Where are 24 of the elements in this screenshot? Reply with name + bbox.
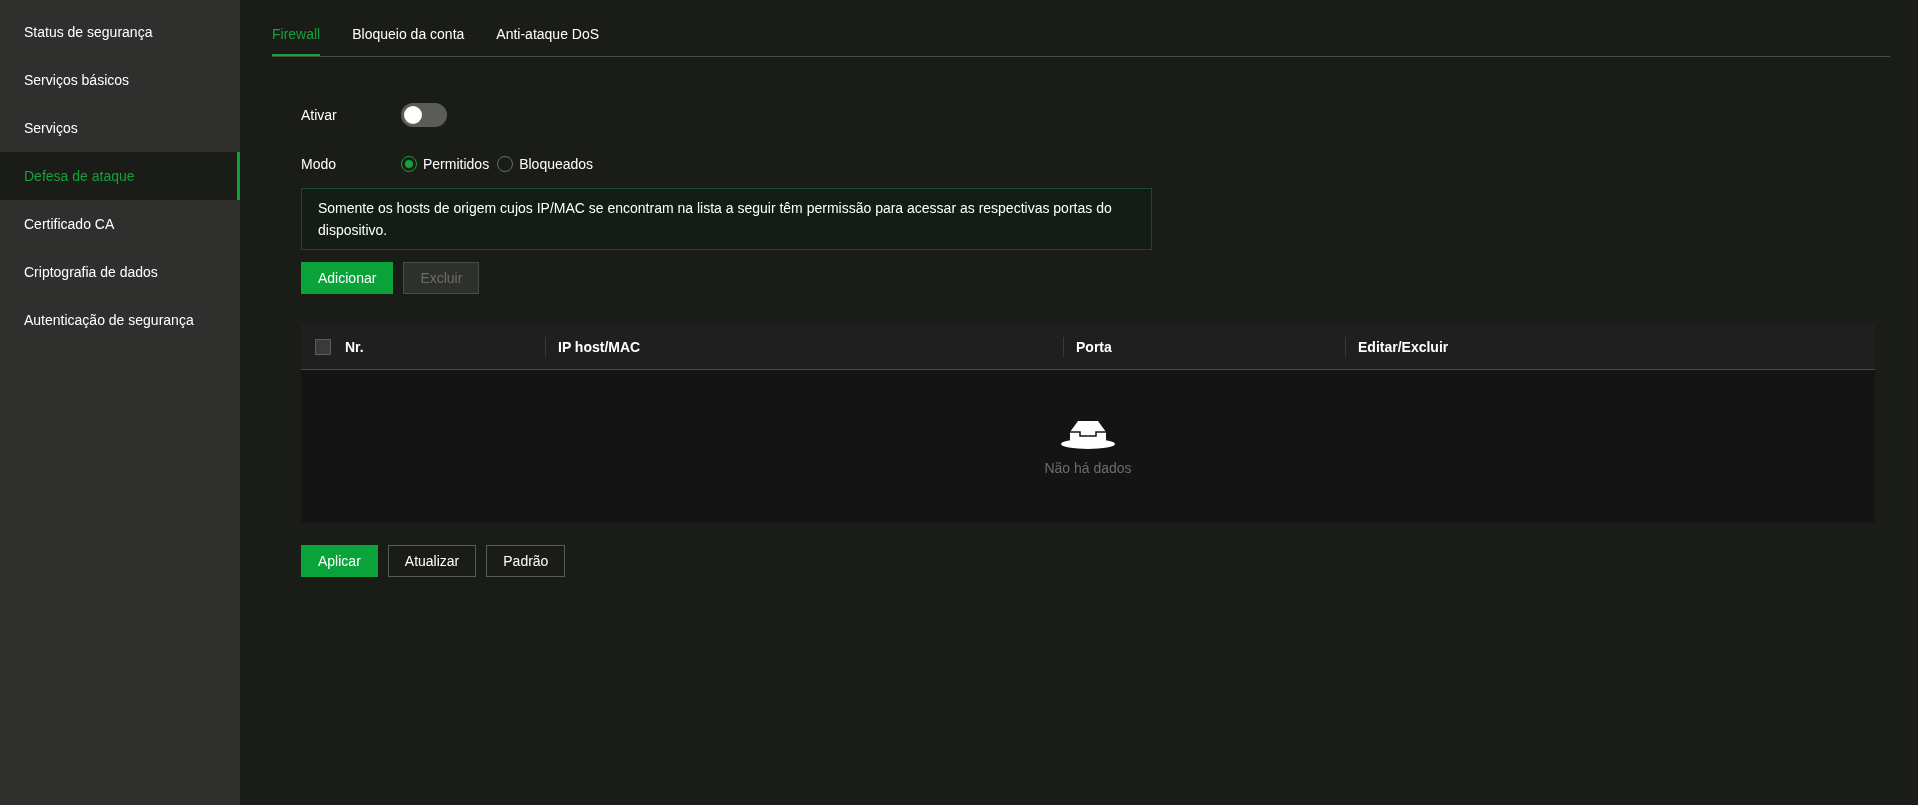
field-label: Modo bbox=[301, 155, 338, 174]
column-header: Porta bbox=[1076, 337, 1112, 357]
sidebar-item[interactable]: Status de segurança bbox=[0, 8, 240, 56]
refresh-button[interactable]: Atualizar bbox=[387, 545, 477, 577]
tab[interactable]: Bloqueio da conta bbox=[352, 24, 465, 56]
sidebar-item[interactable]: Autenticação de segurança bbox=[0, 296, 240, 344]
sidebar-item[interactable]: Serviços básicos bbox=[0, 56, 240, 104]
sidebar-item[interactable]: Serviços bbox=[0, 104, 240, 152]
default-button[interactable]: Padrão bbox=[486, 545, 566, 577]
sidebar-item[interactable]: Defesa de ataque bbox=[0, 152, 240, 200]
toggle-switch[interactable] bbox=[401, 103, 447, 127]
sidebar-item[interactable]: Criptografia de dados bbox=[0, 248, 240, 296]
tab[interactable]: Anti-ataque DoS bbox=[496, 24, 600, 56]
empty-message: Não há dados bbox=[1044, 458, 1132, 478]
info-message: Somente os hosts de origem cujos IP/MAC se encontram na lista a seguir têm permissão para acessar as respectivas portas do dispositivo. bbox=[301, 188, 1152, 250]
radio-label[interactable]: Permitidos bbox=[423, 154, 490, 174]
tab[interactable]: Firewall bbox=[272, 24, 321, 56]
radio-label[interactable]: Bloqueados bbox=[519, 154, 594, 174]
sidebar-item[interactable]: Certificado CA bbox=[0, 200, 240, 248]
column-header: IP host/MAC bbox=[558, 337, 641, 357]
column-header: Nr. bbox=[345, 337, 364, 357]
field-label: Ativar bbox=[301, 106, 338, 125]
column-header: Editar/Excluir bbox=[1358, 337, 1449, 357]
checkbox[interactable] bbox=[315, 338, 331, 355]
